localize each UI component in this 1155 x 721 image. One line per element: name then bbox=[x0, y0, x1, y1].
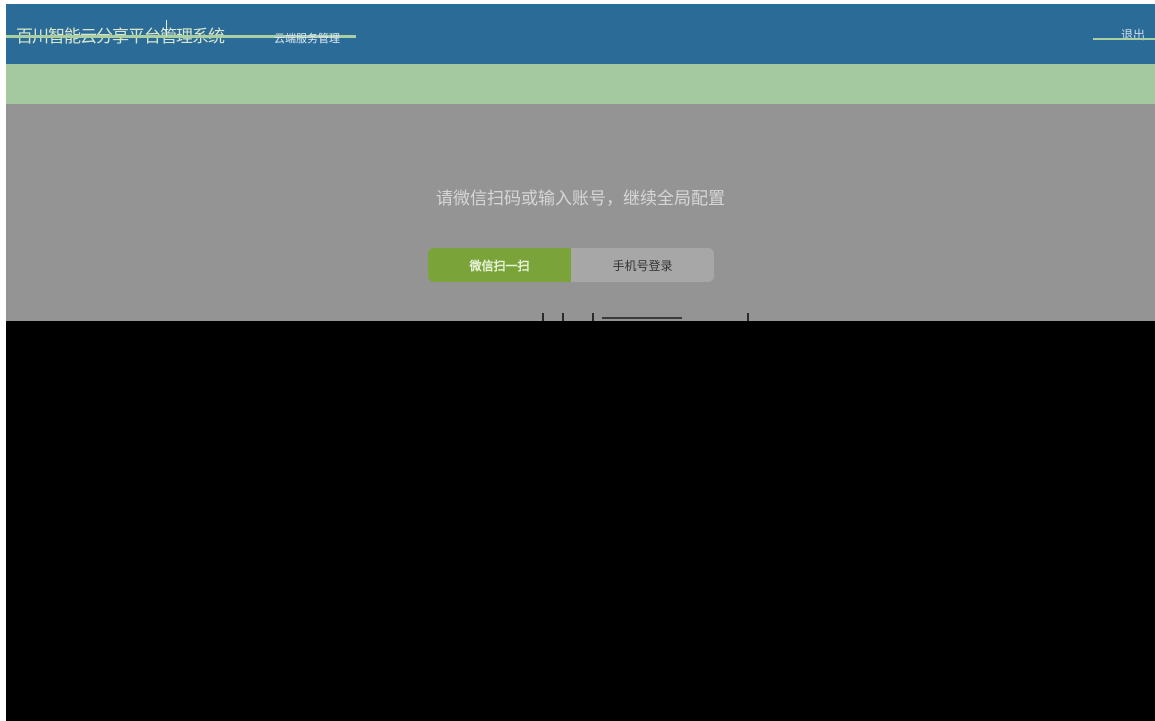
black-overlay bbox=[6, 321, 1155, 721]
tab-phone-login[interactable]: 手机号登录 bbox=[571, 248, 714, 282]
login-prompt: 请微信扫码或输入账号，继续全局配置 bbox=[436, 189, 725, 209]
tab-wechat-scan[interactable]: 微信扫一扫 bbox=[428, 248, 571, 282]
app-window: 百川智能云分享平台管理系统 云端服务管理 退出 请微信扫码或输入账号，继续全局配… bbox=[0, 0, 1155, 721]
notice-band bbox=[6, 64, 1155, 104]
qr-code-edge bbox=[602, 317, 682, 319]
logout-underline bbox=[1093, 38, 1155, 40]
login-method-tabs: 微信扫一扫 手机号登录 bbox=[428, 248, 714, 282]
qr-code-mark bbox=[592, 313, 594, 321]
qr-code-mark bbox=[542, 313, 544, 321]
header-divider bbox=[166, 20, 167, 36]
header-subtitle: 云端服务管理 bbox=[274, 32, 340, 45]
top-navbar: 百川智能云分享平台管理系统 云端服务管理 退出 bbox=[6, 4, 1155, 64]
qr-code-mark bbox=[562, 313, 564, 321]
login-panel: 请微信扫码或输入账号，继续全局配置 微信扫一扫 手机号登录 bbox=[6, 104, 1155, 321]
logout-button[interactable]: 退出 bbox=[1121, 26, 1145, 43]
brand-title[interactable]: 百川智能云分享平台管理系统 bbox=[16, 24, 225, 47]
qr-code-mark bbox=[747, 313, 749, 321]
